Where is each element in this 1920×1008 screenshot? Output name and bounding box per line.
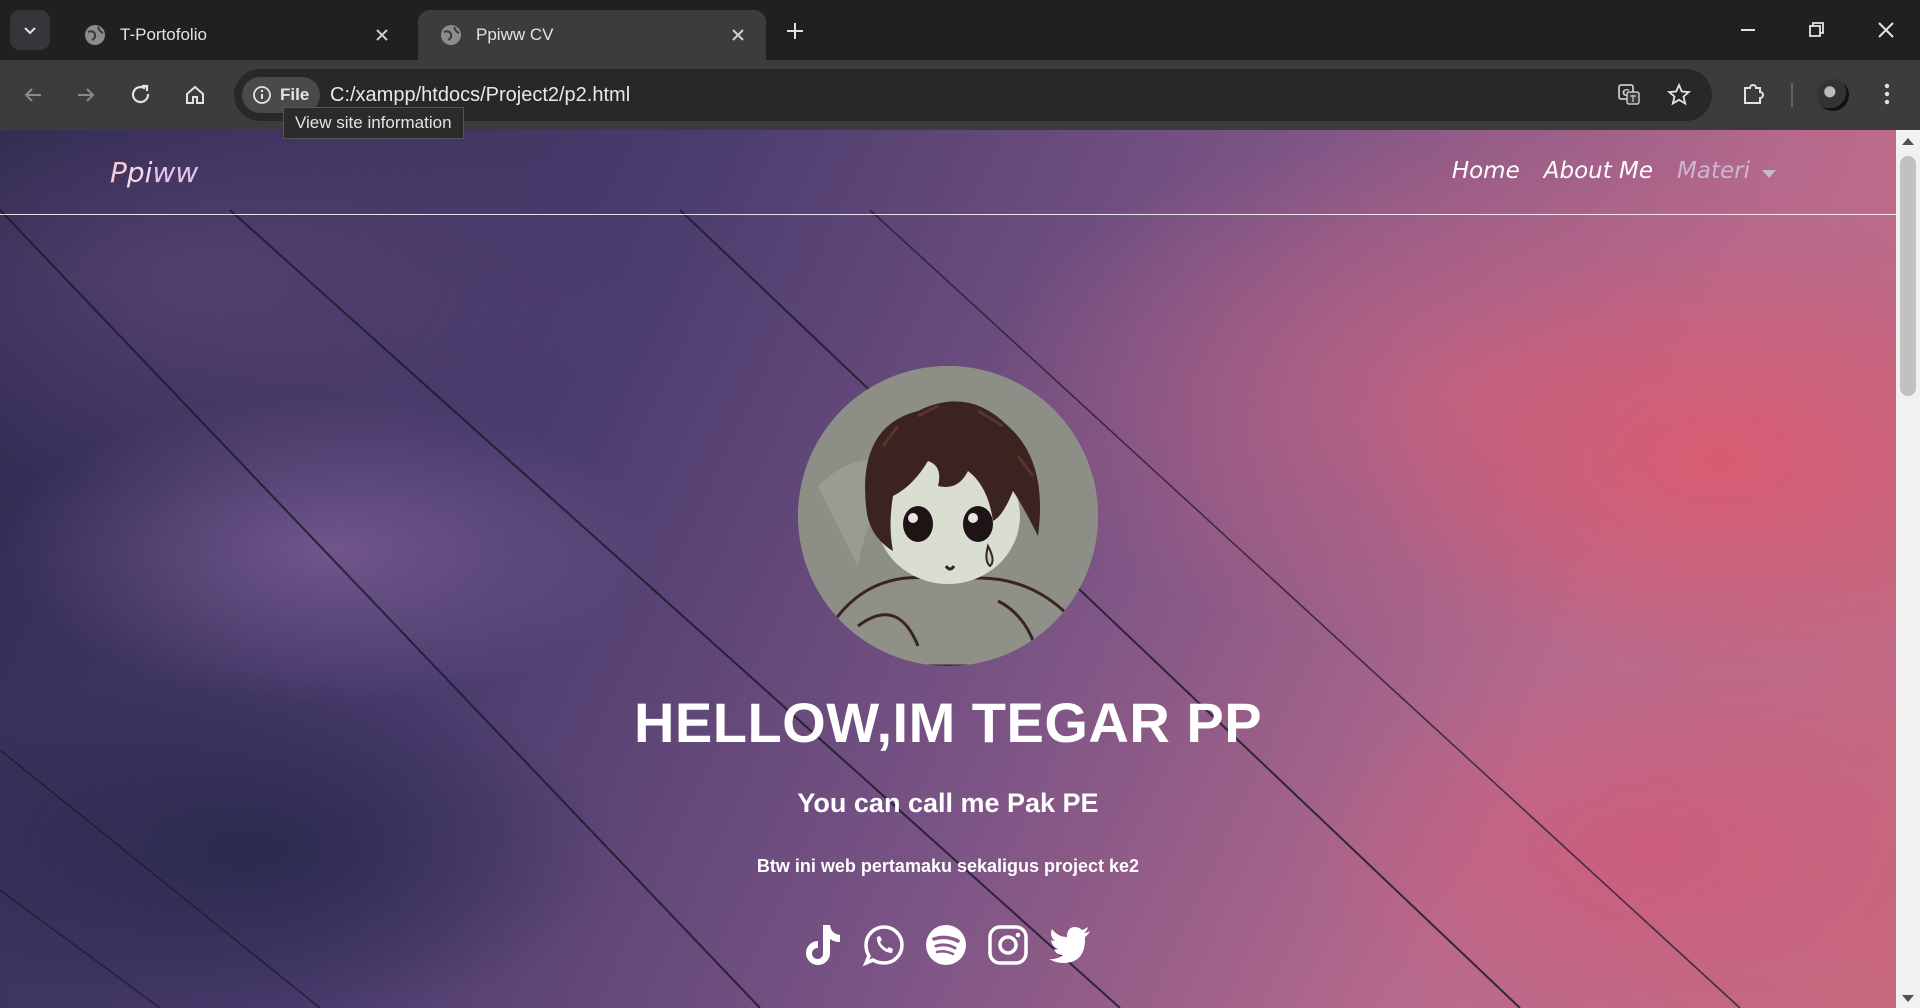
hero-section: HELLOW,IM TEGAR PP You can call me Pak P…: [0, 130, 1896, 1008]
tab-title: Ppiww CV: [476, 25, 554, 44]
bookmark-star-icon[interactable]: [1666, 82, 1692, 108]
whatsapp-link[interactable]: [862, 922, 906, 968]
chevron-down-icon: [24, 27, 36, 35]
site-info-tooltip: View site information: [283, 107, 464, 139]
social-links: [800, 922, 1092, 968]
new-tab-icon[interactable]: [782, 18, 808, 44]
site-info-label: File: [280, 85, 310, 104]
scrollbar-thumb[interactable]: [1900, 156, 1916, 396]
anime-avatar-illustration: [798, 366, 1098, 666]
whatsapp-icon: [862, 925, 904, 967]
instagram-link[interactable]: [986, 922, 1030, 968]
hero-title: HELLOW,IM TEGAR PP: [633, 691, 1263, 754]
globe-icon: [441, 25, 461, 45]
close-icon[interactable]: [372, 25, 392, 45]
reload-icon[interactable]: [127, 81, 155, 109]
close-icon[interactable]: [728, 25, 748, 45]
tiktok-link[interactable]: [800, 922, 844, 968]
twitter-icon: [1049, 927, 1090, 963]
minimize-icon[interactable]: [1734, 16, 1762, 44]
hero-caption: Btw ini web pertamaku sekaligus project …: [756, 856, 1140, 876]
restore-icon[interactable]: [1802, 16, 1830, 44]
forward-arrow-icon[interactable]: [72, 81, 100, 109]
tab-strip: T-Portofolio Ppiww CV: [0, 0, 1920, 60]
twitter-link[interactable]: [1048, 922, 1092, 968]
more-menu-icon[interactable]: [1872, 79, 1902, 109]
profile-picture: [798, 366, 1098, 666]
globe-icon: [85, 25, 105, 45]
translate-icon[interactable]: G: [1616, 82, 1642, 108]
instagram-icon: [988, 925, 1028, 965]
scroll-down-arrow-icon[interactable]: [1902, 995, 1914, 1002]
home-icon[interactable]: [181, 81, 209, 109]
profile-avatar[interactable]: [1817, 79, 1849, 111]
tab-ppiww-cv[interactable]: Ppiww CV: [418, 10, 766, 60]
back-arrow-icon[interactable]: [19, 81, 47, 109]
extensions-puzzle-icon[interactable]: [1739, 79, 1769, 109]
tab-search-button[interactable]: [10, 10, 50, 50]
info-icon: [253, 86, 271, 104]
scroll-up-arrow-icon[interactable]: [1902, 138, 1914, 145]
toolbar-divider: [1791, 83, 1793, 107]
spotify-link[interactable]: [924, 922, 968, 968]
tiktok-icon: [806, 925, 840, 965]
tab-t-portofolio[interactable]: T-Portofolio: [62, 10, 410, 60]
tab-title: T-Portofolio: [120, 25, 207, 44]
spotify-icon: [926, 925, 966, 965]
hero-subtitle: You can call me Pak PE: [797, 788, 1099, 818]
close-window-icon[interactable]: [1872, 16, 1900, 44]
page-scrollbar[interactable]: [1896, 130, 1920, 1008]
url-text[interactable]: C:/xampp/htdocs/Project2/p2.html: [330, 84, 630, 107]
page-viewport: Ppiww Home About Me Materi HELLOW,IM TEG…: [0, 130, 1920, 1008]
